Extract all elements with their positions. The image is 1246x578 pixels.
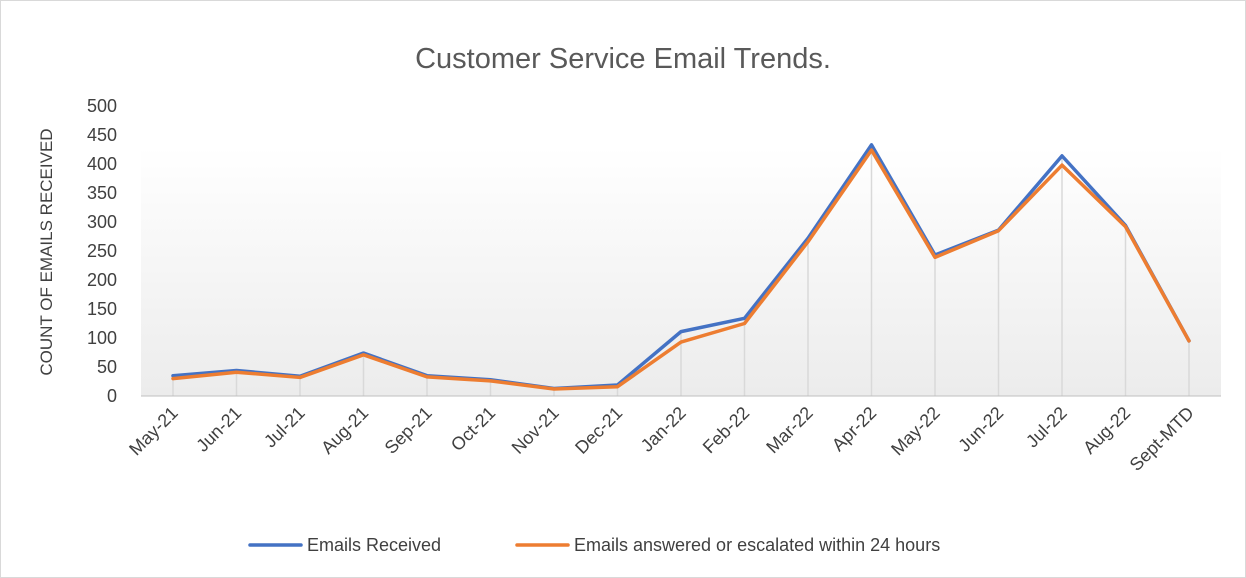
y-tick-label: 150 [87, 299, 117, 319]
x-tick-label: May-21 [125, 403, 182, 460]
x-tick-label: Nov-21 [508, 403, 563, 458]
x-tick-label: Jul-22 [1022, 403, 1071, 452]
y-tick-label: 50 [97, 357, 117, 377]
y-tick-label: 500 [87, 96, 117, 116]
x-tick-label: Apr-22 [828, 403, 880, 455]
y-tick-label: 400 [87, 154, 117, 174]
x-tick-label: Jun-22 [954, 403, 1007, 456]
x-tick-label: Jun-21 [192, 403, 245, 456]
y-axis: 0 50 100 150 200 250 300 350 400 450 500 [87, 96, 117, 406]
y-tick-label: 250 [87, 241, 117, 261]
x-tick-label: Sept-MTD [1126, 403, 1198, 475]
legend-label: Emails answered or escalated within 24 h… [574, 535, 940, 555]
x-tick-label: Feb-22 [699, 403, 753, 457]
y-tick-label: 200 [87, 270, 117, 290]
y-tick-label: 450 [87, 125, 117, 145]
x-tick-label: Jul-21 [260, 403, 309, 452]
line-chart: Customer Service Email Trends. 0 50 100 150… [37, 43, 1221, 555]
x-tick-label: Mar-22 [762, 403, 816, 457]
y-tick-label: 100 [87, 328, 117, 348]
x-tick-label: Aug-22 [1079, 403, 1134, 458]
x-tick-label: May-22 [887, 403, 944, 460]
legend: Emails Received Emails answered or escala… [248, 535, 940, 555]
y-tick-label: 0 [107, 386, 117, 406]
x-tick-label: Oct-21 [447, 403, 499, 455]
y-tick-label: 300 [87, 212, 117, 232]
y-axis-title: COUNT OF EMAILS RECEIVED [37, 128, 56, 375]
x-tick-label: Aug-21 [317, 403, 372, 458]
legend-label: Emails Received [307, 535, 441, 555]
chart-title: Customer Service Email Trends. [415, 43, 831, 75]
x-tick-label: Jan-22 [637, 403, 690, 456]
x-tick-label: Dec-21 [571, 403, 626, 458]
y-tick-label: 350 [87, 183, 117, 203]
x-axis: May-21 Jun-21 Jul-21 Aug-21 Sep-21 Oct-21 Nov-… [125, 395, 1221, 475]
chart-frame: Customer Service Email Trends. 0 50 100 150… [0, 0, 1246, 578]
x-tick-label: Sep-21 [381, 403, 436, 458]
